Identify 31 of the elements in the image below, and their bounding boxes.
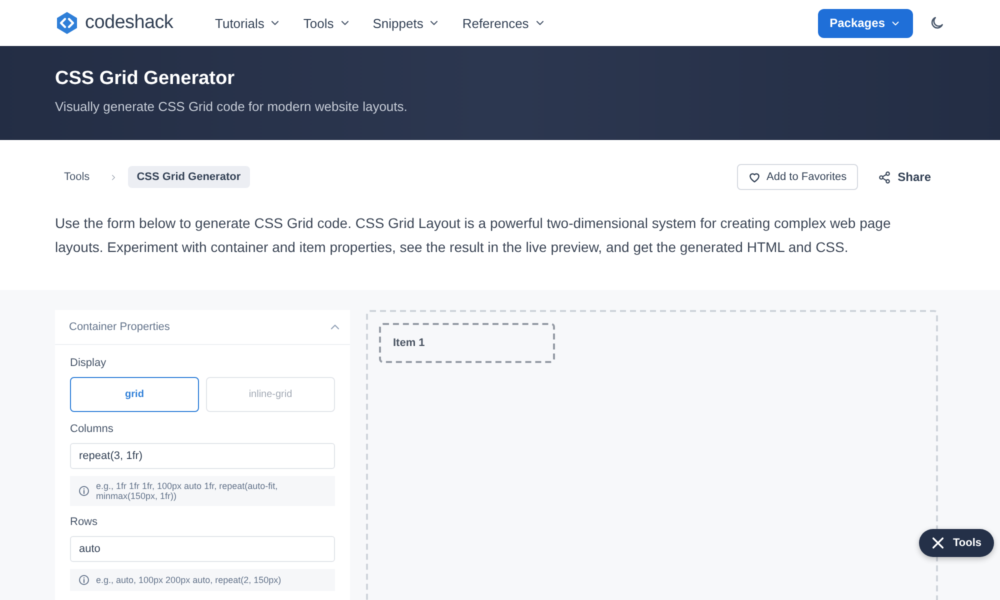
field-label: Rows bbox=[70, 516, 99, 528]
field-label: Display bbox=[70, 357, 108, 369]
field-label: Columns bbox=[70, 423, 114, 435]
tools-button[interactable]: Tools bbox=[919, 529, 994, 557]
panel-title: Container Properties bbox=[69, 321, 170, 333]
grid-item[interactable]: Item 1 bbox=[379, 323, 555, 363]
add-to-favorites-button[interactable]: Add to Favorites bbox=[736, 164, 858, 190]
page-title: CSS Grid Generator bbox=[55, 68, 236, 90]
nav-menu[interactable]: Tutorials bbox=[215, 16, 282, 30]
nav-menu[interactable]: References bbox=[462, 16, 546, 30]
input-field[interactable]: repeat(3, 1fr) bbox=[70, 443, 335, 469]
logo-text[interactable]: codeshack bbox=[85, 12, 174, 34]
heart-icon bbox=[748, 170, 761, 184]
nav-menu[interactable]: Tools bbox=[303, 16, 351, 30]
info-icon bbox=[78, 485, 90, 497]
intro-paragraph: Use the form below to generate CSS Grid code. CSS Grid Layout is a powerful two-dimensional system for creating complex web page layouts. Experiment with container and item properties, see the result in the live preview, and get the generated HTML and CSS. bbox=[55, 214, 892, 257]
share-icon bbox=[878, 170, 891, 184]
tools-icon bbox=[931, 536, 945, 550]
moon-icon[interactable] bbox=[929, 15, 945, 31]
info-icon bbox=[78, 574, 90, 586]
display-option[interactable]: grid bbox=[70, 377, 199, 412]
hint-text: e.g., 1fr 1fr 1fr, 100px auto 1fr, repeat(auto-fit, minmax(150px, 1fr)) bbox=[96, 481, 279, 501]
logo-icon bbox=[55, 11, 79, 35]
input-field[interactable]: auto bbox=[70, 536, 335, 562]
share-button[interactable]: Share bbox=[878, 170, 931, 184]
page-subtitle: Visually generate CSS Grid code for modern website layouts. bbox=[55, 99, 408, 114]
hint-text: e.g., auto, 100px 200px auto, repeat(2, 150px) bbox=[96, 575, 282, 585]
breadcrumb-link[interactable]: Tools bbox=[55, 166, 99, 188]
breadcrumb-link[interactable]: CSS Grid Generator bbox=[128, 166, 250, 188]
nav-menu[interactable]: Snippets bbox=[372, 16, 440, 30]
packages-button[interactable]: Packages bbox=[818, 8, 913, 38]
